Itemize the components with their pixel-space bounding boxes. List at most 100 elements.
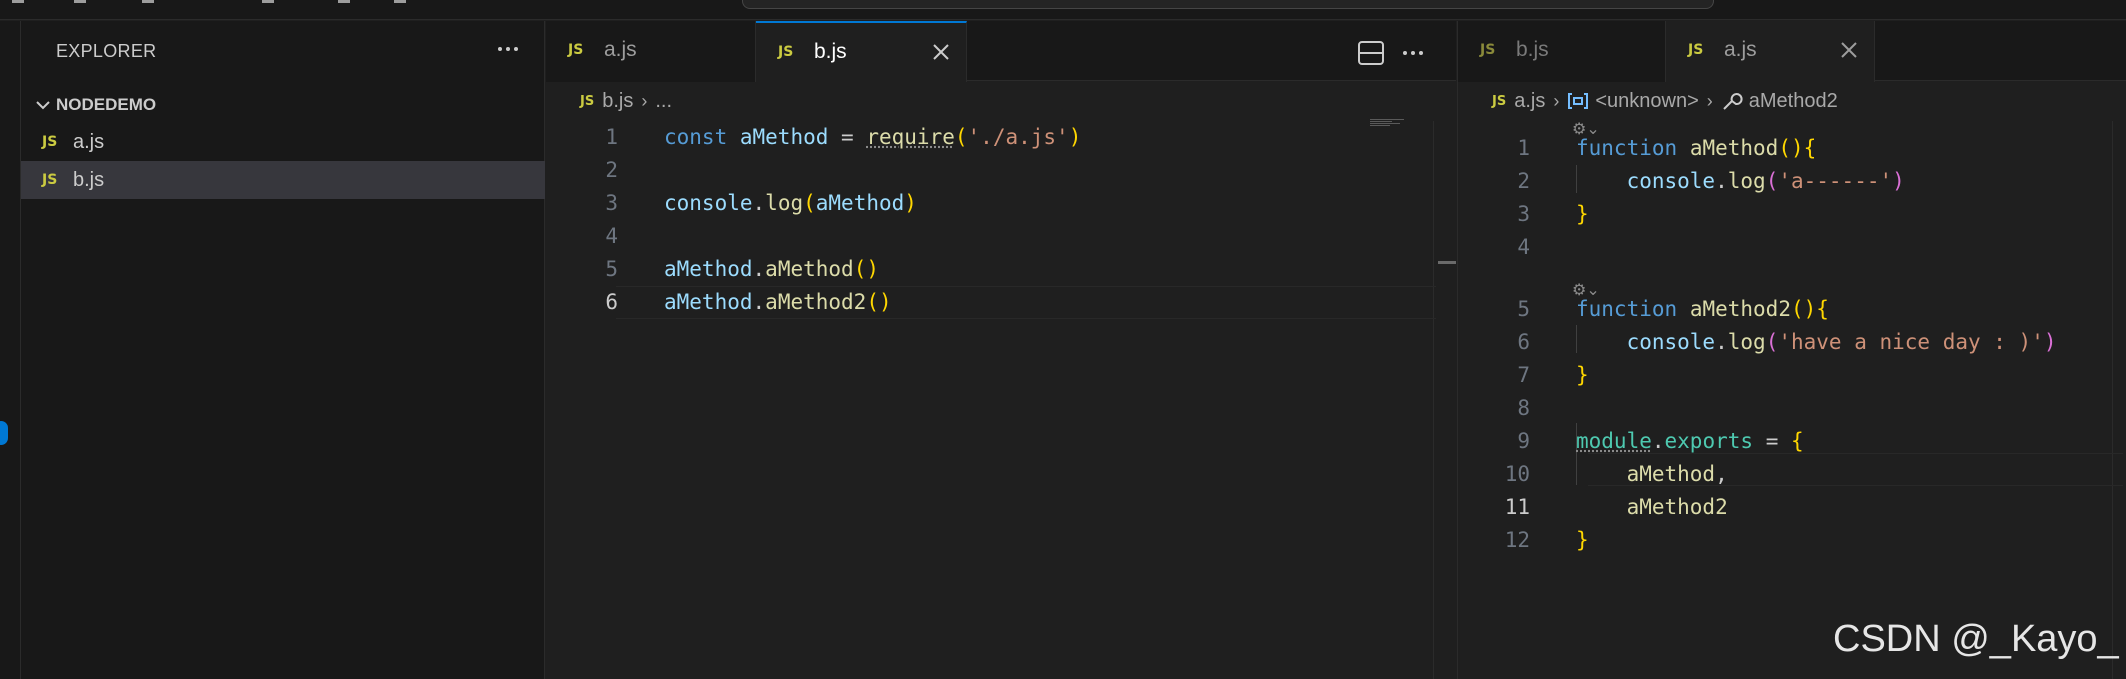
menu-mark[interactable]: [74, 0, 86, 3]
code-text: aMethod2: [1576, 495, 1728, 519]
code-line: 4: [1458, 231, 2126, 264]
code-line: 1 function aMethod(){: [1458, 132, 2126, 165]
chevron-right-icon: ›: [1553, 91, 1559, 112]
tab-bar: JS a.js JS b.js: [546, 21, 1456, 81]
tab-b-js[interactable]: JS b.js: [1458, 21, 1666, 82]
file-item-a-js[interactable]: JS a.js: [21, 123, 545, 161]
breadcrumb-symbol[interactable]: aMethod2: [1749, 90, 1838, 113]
line-number: 1: [546, 125, 618, 149]
line-number: 6: [546, 290, 618, 314]
chevron-right-icon: ›: [641, 91, 647, 112]
code-line: 1 const aMethod = require('./a.js'): [546, 121, 1456, 154]
code-text: console.log('a------'): [1576, 169, 1905, 193]
code-line: 12 }: [1458, 524, 2126, 557]
breadcrumb: JS a.js › <unknown> › aMethod2: [1458, 83, 2126, 119]
code-text: const aMethod = require('./a.js'): [664, 125, 1081, 149]
code-editor[interactable]: ⚙︎⌄ 1 function aMethod(){ 2 console.log(…: [1458, 121, 2126, 679]
tab-label: b.js: [1516, 38, 1549, 62]
line-number: 4: [1458, 235, 1530, 259]
js-file-icon: JS: [1688, 42, 1703, 58]
explorer-more-button[interactable]: [490, 31, 526, 67]
line-number: 8: [1458, 396, 1530, 420]
line-number: 7: [1458, 363, 1530, 387]
folder-name: NODEDEMO: [56, 95, 156, 115]
tab-bar: JS b.js JS a.js: [1458, 21, 2126, 81]
code-text: console.log(aMethod): [664, 191, 917, 215]
tab-b-js[interactable]: JS b.js: [756, 21, 967, 82]
breadcrumb-symbol[interactable]: <unknown>: [1595, 90, 1698, 113]
line-number: 2: [1458, 169, 1530, 193]
code-text: function aMethod2(){: [1576, 297, 1829, 321]
accounts-badge[interactable]: [0, 421, 8, 445]
code-line: 10 aMethod,: [1458, 458, 2126, 491]
tab-label: a.js: [1724, 38, 1757, 62]
breadcrumb-file[interactable]: a.js: [1514, 90, 1545, 113]
line-number: 10: [1458, 462, 1530, 486]
line-number: 3: [1458, 202, 1530, 226]
js-file-icon: JS: [580, 94, 594, 109]
file-label: a.js: [73, 131, 104, 154]
menu-mark[interactable]: [338, 0, 350, 3]
line-number: 5: [1458, 297, 1530, 321]
close-icon[interactable]: [1838, 39, 1860, 61]
menu-mark[interactable]: [394, 0, 406, 3]
code-line: 7 }: [1458, 359, 2126, 392]
code-text: }: [1576, 202, 1589, 226]
tab-a-js[interactable]: JS a.js: [1666, 21, 1875, 82]
code-text: console.log('have a nice day : )'): [1576, 330, 2057, 354]
line-number: 1: [1458, 136, 1530, 160]
title-bar: [0, 0, 2126, 20]
code-text: aMethod.aMethod(): [664, 257, 879, 281]
line-number: 6: [1458, 330, 1530, 354]
editor-group-right: JS b.js JS a.js JS a.js › <unknown> › aM…: [1457, 21, 2126, 679]
explorer-sidebar: EXPLORER NODEDEMO JS a.js JS b.js: [21, 21, 545, 679]
code-text: module.exports = {: [1576, 429, 1804, 453]
line-number: 4: [546, 224, 618, 248]
breadcrumb-file[interactable]: b.js: [602, 90, 633, 113]
menu-mark[interactable]: [262, 0, 274, 3]
breadcrumb-rest[interactable]: ...: [655, 90, 672, 113]
code-line: 4: [546, 220, 1456, 253]
line-number: 2: [546, 158, 618, 182]
ellipsis-icon: [498, 47, 518, 51]
chevron-down-icon: [33, 95, 53, 115]
wrench-icon: [1721, 91, 1743, 111]
js-file-icon: JS: [1492, 94, 1506, 109]
js-file-icon: JS: [568, 42, 583, 58]
js-file-icon: JS: [42, 172, 57, 188]
menu-mark[interactable]: [12, 0, 24, 3]
breadcrumb: JS b.js › ...: [546, 83, 1456, 119]
menu-mark[interactable]: [142, 0, 154, 3]
code-line: 6 console.log('have a nice day : )'): [1458, 326, 2126, 359]
code-text: aMethod.aMethod2(): [664, 290, 892, 314]
tab-label: b.js: [814, 40, 847, 64]
command-center[interactable]: [742, 0, 1714, 9]
line-number: 5: [546, 257, 618, 281]
code-line: 9 module.exports = {: [1458, 425, 2126, 458]
code-line: 5 aMethod.aMethod(): [546, 253, 1456, 286]
tab-a-js[interactable]: JS a.js: [546, 21, 756, 82]
code-line: 3 console.log(aMethod): [546, 187, 1456, 220]
file-label: b.js: [73, 169, 104, 192]
line-number: 11: [1458, 495, 1530, 519]
editor-group-left: JS a.js JS b.js JS b.js › ... 1 const aM…: [546, 21, 1456, 679]
close-icon[interactable]: [930, 41, 952, 63]
file-item-b-js[interactable]: JS b.js: [21, 161, 545, 199]
tab-label: a.js: [604, 38, 637, 62]
watermark: CSDN @_Kayo_: [1833, 618, 2119, 661]
split-editor-icon[interactable]: [1358, 41, 1384, 65]
symbol-variable-icon: [1567, 91, 1589, 111]
code-line: 6 aMethod.aMethod2(): [546, 286, 1456, 319]
code-line: 3 }: [1458, 198, 2126, 231]
code-text: }: [1576, 528, 1589, 552]
folder-row[interactable]: NODEDEMO: [21, 87, 545, 123]
code-line: 5 function aMethod2(){: [1458, 293, 2126, 326]
code-editor[interactable]: 1 const aMethod = require('./a.js') 2 3 …: [546, 121, 1456, 679]
code-text: }: [1576, 363, 1589, 387]
explorer-title: EXPLORER: [56, 41, 156, 62]
line-number: 3: [546, 191, 618, 215]
js-file-icon: JS: [1480, 42, 1495, 58]
js-file-icon: JS: [42, 134, 57, 150]
editor-more-button[interactable]: [1398, 42, 1428, 64]
line-number: 9: [1458, 429, 1530, 453]
